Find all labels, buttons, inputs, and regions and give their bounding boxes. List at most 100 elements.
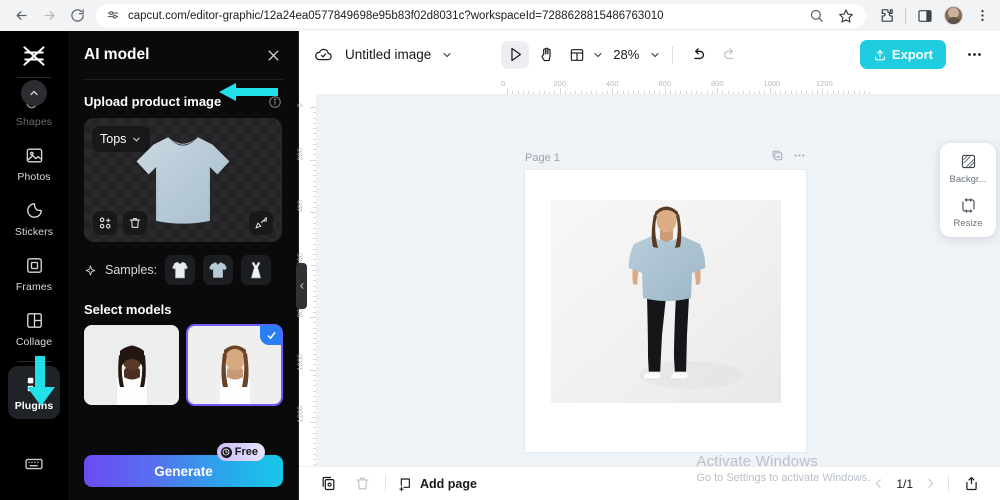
duplicate-page-icon[interactable]	[771, 149, 784, 167]
sidebar-item-frames[interactable]: Frames	[8, 247, 60, 300]
three-dot-menu-icon[interactable]	[972, 6, 992, 26]
tool-buttons: 28%	[501, 40, 743, 69]
free-badge-label: Free	[234, 446, 258, 458]
export-button[interactable]: Export	[859, 40, 946, 69]
title-chevron-down-icon[interactable]	[441, 49, 453, 61]
reload-button[interactable]	[64, 3, 90, 29]
forward-button[interactable]	[36, 3, 62, 29]
capcut-logo[interactable]	[13, 39, 55, 73]
sidebar-item-stickers[interactable]: Stickers	[8, 192, 60, 245]
photos-icon	[23, 145, 45, 167]
clock-icon	[220, 446, 232, 458]
present-button[interactable]	[960, 473, 982, 495]
add-page-label: Add page	[420, 476, 477, 491]
magic-edit-button[interactable]	[249, 211, 273, 235]
keyboard-shortcuts-button[interactable]	[8, 437, 60, 490]
sample-tshirt[interactable]	[203, 255, 234, 285]
profile-avatar[interactable]	[944, 6, 963, 25]
ruler-h-tick	[570, 91, 571, 94]
floating-tools-card: Backgr... Resize	[940, 143, 996, 237]
redo-button[interactable]	[715, 41, 743, 69]
check-icon	[267, 331, 275, 339]
back-button[interactable]	[8, 3, 34, 29]
cloud-saved-icon[interactable]	[313, 45, 333, 65]
page-header-row: Page 1	[525, 149, 806, 167]
ruler-v-tick	[313, 254, 316, 255]
info-icon[interactable]	[268, 95, 282, 109]
next-page-button[interactable]	[924, 477, 937, 490]
ruler-h-tick	[606, 91, 608, 94]
sidebar-item-plugins[interactable]: Plugins	[8, 366, 60, 419]
document-title[interactable]: Untitled image	[345, 47, 431, 62]
duplicate-button[interactable]	[317, 473, 339, 495]
delete-button[interactable]	[351, 473, 373, 495]
hand-tool-button[interactable]	[532, 41, 560, 69]
side-panel-icon[interactable]	[915, 6, 935, 26]
ruler-v-tick	[313, 443, 316, 444]
add-page-button[interactable]: Add page	[398, 476, 477, 492]
prev-page-button[interactable]	[872, 477, 885, 490]
ruler-v-tick	[313, 401, 316, 402]
crop-button[interactable]	[93, 211, 117, 235]
panel-collapse-handle[interactable]	[296, 263, 307, 309]
ruler-v-tick	[313, 285, 316, 287]
editor-more-menu-icon[interactable]	[962, 43, 986, 67]
ruler-h-tick	[717, 88, 718, 94]
ruler-v-label: 1200	[295, 405, 305, 423]
zoom-chevron-down-icon[interactable]	[649, 49, 661, 61]
browser-nav-buttons	[8, 3, 90, 29]
sidebar-item-photos[interactable]: Photos	[8, 137, 60, 190]
ruler-v-tick	[310, 107, 316, 108]
ruler-h-tick	[701, 91, 703, 94]
sample-shirt[interactable]	[165, 255, 196, 285]
close-icon[interactable]	[264, 46, 282, 64]
ruler-v-tick	[313, 196, 316, 198]
undo-button[interactable]	[684, 41, 712, 69]
sample-dress[interactable]	[241, 255, 272, 285]
ruler-v-tick	[313, 353, 316, 355]
zoom-level-value[interactable]: 28%	[613, 47, 639, 62]
site-settings-icon[interactable]	[106, 9, 120, 23]
plugins-icon	[23, 374, 45, 396]
ruler-v-tick	[313, 385, 316, 387]
address-bar[interactable]: capcut.com/editor-graphic/12a24ea0577849…	[96, 3, 866, 28]
resize-tool[interactable]: Resize	[940, 196, 996, 229]
product-image-dropzone[interactable]: Tops	[84, 118, 282, 242]
dress-icon	[251, 261, 262, 279]
ruler-h-tick	[633, 91, 634, 94]
layout-tool-button[interactable]	[563, 41, 591, 69]
ruler-v-tick	[313, 311, 316, 313]
ruler-h-tick	[507, 88, 508, 94]
sidebar-item-collage[interactable]: Collage	[8, 302, 60, 355]
ruler-h-tick	[837, 91, 839, 94]
ruler-v-tick	[313, 217, 316, 219]
ruler-v-tick	[313, 243, 316, 245]
samples-row: Samples:	[68, 242, 298, 285]
model-option-1[interactable]	[84, 325, 179, 405]
star-icon[interactable]	[836, 6, 856, 26]
canvas-viewport[interactable]: Page 1 Backgr... Resize	[317, 95, 1000, 476]
background-tool[interactable]: Backgr...	[940, 152, 996, 185]
ruler-h-tick	[659, 91, 661, 94]
ruler-h-tick	[727, 91, 729, 94]
category-dropdown[interactable]: Tops	[92, 126, 151, 152]
sparkle-icon	[85, 264, 96, 276]
canvas-page[interactable]	[525, 170, 806, 452]
delete-button[interactable]	[123, 211, 147, 235]
ruler-v-tick	[313, 112, 316, 114]
model-option-2[interactable]	[186, 324, 283, 406]
ruler-h-label: 400	[606, 79, 619, 88]
layout-chevron-down-icon[interactable]	[592, 49, 604, 61]
layout-tool-group[interactable]	[563, 41, 604, 69]
ruler-h-tick	[711, 91, 713, 94]
ruler-h-tick	[732, 91, 734, 94]
model-photo[interactable]	[551, 200, 781, 403]
rail-scroll-up-button[interactable]	[21, 80, 47, 106]
resize-icon	[960, 196, 977, 214]
page-zoom-icon[interactable]	[806, 6, 826, 26]
select-tool-button[interactable]	[501, 40, 530, 69]
page-menu-icon[interactable]	[793, 149, 806, 167]
hand-pan-icon	[541, 47, 551, 62]
extensions-puzzle-icon[interactable]	[876, 6, 896, 26]
ruler-v-tick	[313, 117, 316, 119]
